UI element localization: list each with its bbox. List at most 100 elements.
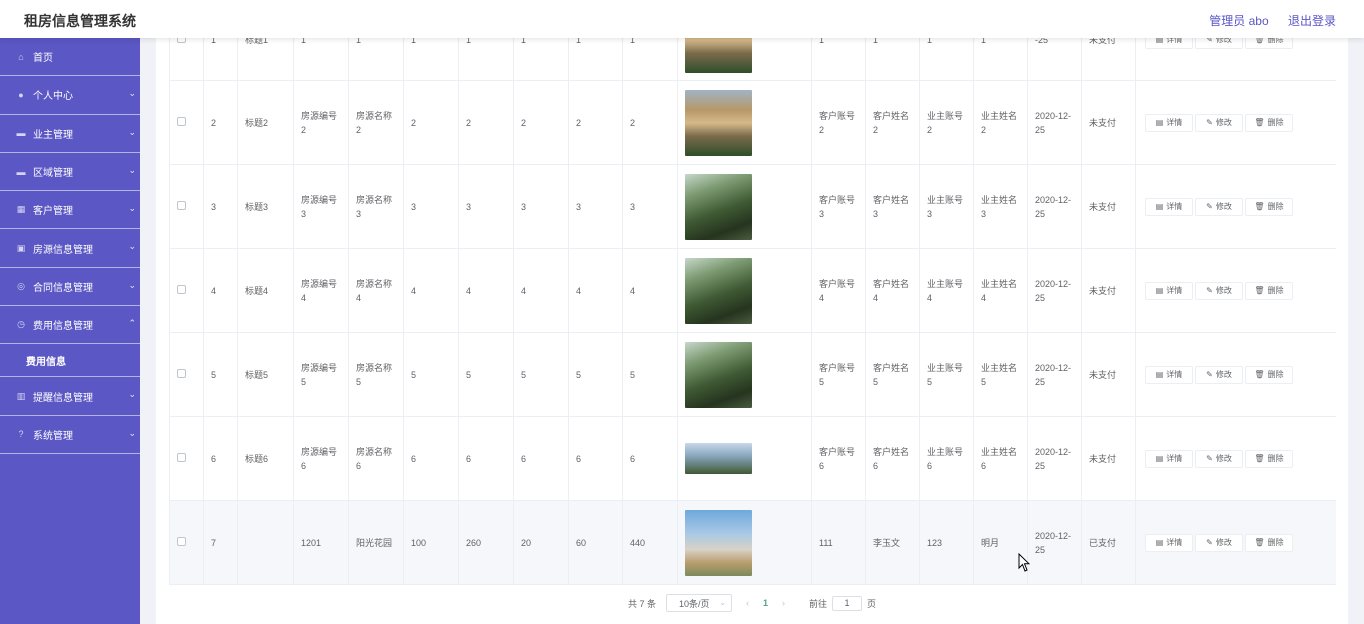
cell-idx: 6: [203, 416, 238, 501]
row-checkbox[interactable]: [177, 452, 186, 462]
sidebar-item-system-management[interactable]: ? 系统管理 ⌄: [0, 416, 140, 454]
cell-house-name: 房源名称5: [348, 332, 404, 417]
edit-button[interactable]: ✎ 修改: [1195, 113, 1243, 132]
cell-v2: 4: [458, 248, 514, 333]
detail-button[interactable]: ▤ 详情: [1145, 365, 1193, 384]
cell-owner-acc: 123: [919, 500, 974, 585]
pencil-icon: ✎: [1206, 453, 1213, 463]
edit-button[interactable]: ✎ 修改: [1195, 449, 1243, 468]
cell-v4: 2: [568, 80, 623, 165]
page-size-select[interactable]: 10条/页 ⌄: [666, 594, 733, 612]
edit-button[interactable]: ✎ 修改: [1195, 281, 1243, 300]
sidebar-item-personal-center[interactable]: ● 个人中心 ⌄: [0, 76, 140, 115]
detail-button[interactable]: ▤ 详情: [1145, 533, 1193, 552]
delete-button[interactable]: 🗑 删除: [1245, 113, 1293, 132]
goto-page-input[interactable]: [832, 595, 863, 611]
admin-user-link[interactable]: 管理员 abo: [1209, 14, 1268, 28]
goto-label: 前往: [809, 598, 828, 609]
row-checkbox[interactable]: [177, 200, 186, 210]
sidebar-item-label: 系统管理: [33, 430, 73, 442]
chevron-down-icon: ⌄: [128, 164, 136, 175]
cell-cust-acc: 111: [811, 500, 866, 585]
user-icon: ●: [18, 89, 24, 100]
sidebar-item-label: 首页: [33, 53, 53, 65]
delete-button[interactable]: 🗑 删除: [1245, 281, 1293, 300]
trash-icon: 🗑: [1254, 369, 1265, 379]
edit-button[interactable]: ✎ 修改: [1195, 197, 1243, 216]
detail-button[interactable]: ▤ 详情: [1145, 197, 1193, 216]
chevron-down-icon: ⌄: [128, 203, 136, 214]
edit-button[interactable]: ✎ 修改: [1195, 365, 1243, 384]
table-row: 7 1201 阳光花园 100 260 20 60 440 111 李玉文 123 明月 2020-12…: [169, 500, 1336, 585]
sidebar-item-reminder-management[interactable]: ▥ 提醒信息管理 ⌄: [0, 377, 140, 416]
sidebar-item-customer-management[interactable]: ▦ 客户管理 ⌄: [0, 191, 140, 230]
sidebar-item-owner-management[interactable]: ▬ 业主管理 ⌄: [0, 115, 140, 153]
edit-label: 修改: [1215, 117, 1232, 127]
sidebar-item-label: 区域管理: [33, 168, 73, 180]
briefcase-icon: ▣: [16, 242, 26, 253]
cell-owner-acc: 业主账号5: [919, 332, 974, 417]
cell-actions: ▤ 详情 ✎ 修改 🗑 删除: [1135, 248, 1336, 333]
pencil-icon: ✎: [1206, 117, 1213, 127]
cell-house-no: 房源编号6: [293, 416, 349, 501]
delete-button[interactable]: 🗑 删除: [1245, 449, 1293, 468]
sidebar-item-label: 个人中心: [33, 91, 73, 103]
cell-title: [237, 500, 294, 585]
cell-image: [677, 416, 812, 501]
cell-actions: ▤ 详情 ✎ 修改 🗑 删除: [1135, 332, 1336, 417]
cell-title: 标题4: [237, 248, 294, 333]
cell-v3: 4: [513, 248, 569, 333]
cell-owner-acc: 业主账号6: [919, 416, 974, 501]
cell-title: 标题3: [237, 164, 294, 249]
sidebar-item-home[interactable]: ⌂ 首页: [0, 38, 140, 77]
compass-icon: ◎: [17, 280, 25, 291]
delete-button[interactable]: 🗑 删除: [1245, 533, 1293, 552]
current-page-number[interactable]: 1: [763, 598, 768, 608]
fee-table-wrapper[interactable]: 1 标题1 1 1 1 1 1 1 1 1 1 1 1 -25 未支付 ▤ 详情 ✎ 修改 🗑 删除 2 标题2 房源编号2 房…: [169, 0, 1336, 586]
next-page-button[interactable]: ›: [782, 598, 785, 608]
sidebar-item-fee-management[interactable]: ◷ 费用信息管理 ⌃: [0, 306, 140, 345]
prev-page-button[interactable]: ‹: [746, 598, 749, 608]
chart-icon: ▥: [16, 390, 26, 401]
row-checkbox[interactable]: [177, 536, 186, 546]
cell-v1: 2: [403, 80, 459, 165]
sidebar-item-house-info-management[interactable]: ▣ 房源信息管理 ⌄: [0, 229, 140, 268]
cell-date: 2020-12-25: [1027, 164, 1082, 249]
detail-button[interactable]: ▤ 详情: [1145, 449, 1193, 468]
cell-idx: 7: [203, 500, 238, 585]
cell-v5: 2: [622, 80, 678, 165]
sidebar-item-contract-management[interactable]: ◎ 合同信息管理 ⌄: [0, 268, 140, 307]
clock-icon: ◷: [17, 319, 25, 330]
trash-icon: 🗑: [1254, 453, 1265, 463]
edit-label: 修改: [1215, 453, 1232, 463]
submenu-fee-info[interactable]: 费用信息: [0, 344, 140, 378]
detail-button[interactable]: ▤ 详情: [1145, 281, 1193, 300]
cell-house-name: 阳光花园: [348, 500, 404, 585]
row-checkbox[interactable]: [177, 284, 186, 294]
cell-cust-acc: 客户账号4: [811, 248, 866, 333]
cell-v1: 100: [403, 500, 459, 585]
document-icon: ▤: [1155, 201, 1164, 211]
row-checkbox[interactable]: [177, 116, 186, 126]
cell-date: 2020-12-25: [1027, 248, 1082, 333]
chat-icon: ▬: [16, 128, 26, 139]
pencil-icon: ✎: [1206, 369, 1213, 379]
cell-v4: 60: [568, 500, 623, 585]
cell-v1: 5: [403, 332, 459, 417]
delete-button[interactable]: 🗑 删除: [1245, 365, 1293, 384]
cell-cust-name: 客户姓名5: [865, 332, 920, 417]
sidebar-item-area-management[interactable]: ▬ 区域管理 ⌄: [0, 153, 140, 192]
logout-link[interactable]: 退出登录: [1288, 14, 1336, 28]
cell-title: 标题5: [237, 332, 294, 417]
delete-button[interactable]: 🗑 删除: [1245, 197, 1293, 216]
edit-button[interactable]: ✎ 修改: [1195, 533, 1243, 552]
row-checkbox[interactable]: [177, 368, 186, 378]
detail-button[interactable]: ▤ 详情: [1145, 113, 1193, 132]
row-checkbox-cell: [169, 416, 204, 501]
cell-status: 已支付: [1081, 500, 1136, 585]
chevron-down-icon: ⌄: [128, 389, 136, 400]
document-icon: ▤: [1155, 117, 1164, 127]
detail-label: 详情: [1166, 285, 1183, 295]
cell-owner-name: 业主姓名5: [973, 332, 1028, 417]
header-actions: 管理员 abo 退出登录: [1193, 12, 1336, 29]
